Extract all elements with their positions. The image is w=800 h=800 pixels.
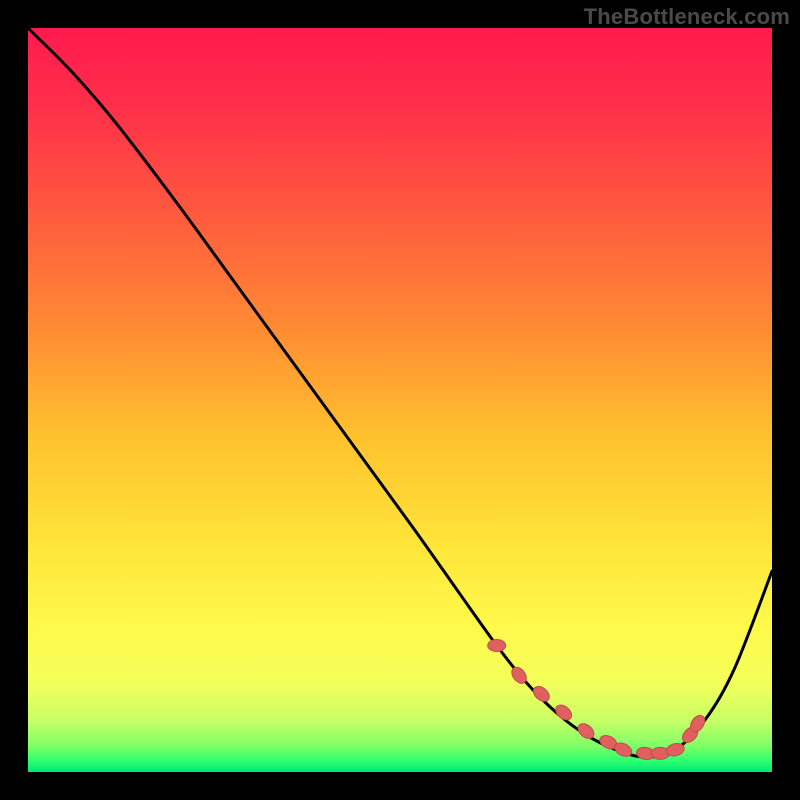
watermark-text: TheBottleneck.com — [584, 4, 790, 30]
plot-area — [28, 28, 772, 772]
chart-svg — [28, 28, 772, 772]
chart-stage: TheBottleneck.com — [0, 0, 800, 800]
marker-point — [488, 640, 506, 652]
gradient-background — [28, 28, 772, 772]
